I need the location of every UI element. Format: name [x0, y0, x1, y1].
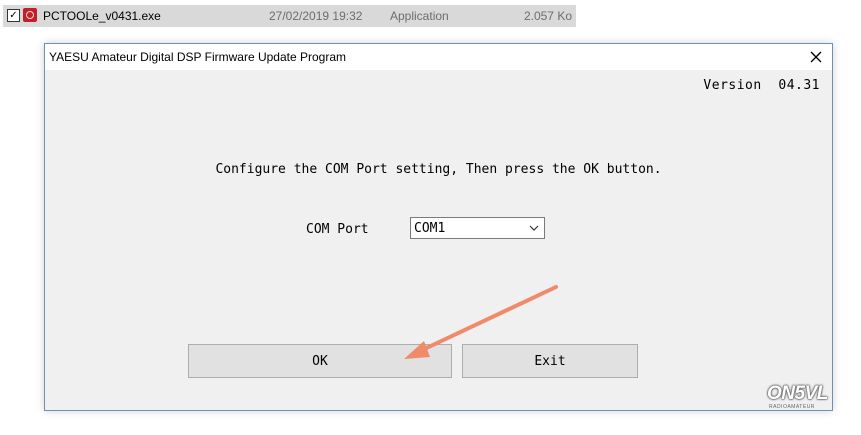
watermark-text: ON5VL: [767, 383, 828, 404]
close-button[interactable]: [800, 44, 832, 70]
com-port-select[interactable]: COM1: [410, 217, 545, 239]
file-type: Application: [390, 9, 449, 23]
dialog-title: YAESU Amateur Digital DSP Firmware Updat…: [49, 50, 346, 64]
close-icon: [810, 51, 822, 63]
exit-button-label: Exit: [534, 353, 566, 369]
file-name: PCTOOLe_v0431.exe: [43, 9, 161, 23]
file-list-row[interactable]: ✓ PCTOOLe_v0431.exe 27/02/2019 19:32 App…: [3, 5, 576, 27]
file-size: 2.057 Ko: [523, 9, 572, 23]
firmware-update-dialog: YAESU Amateur Digital DSP Firmware Updat…: [44, 43, 833, 411]
com-port-value: COM1: [414, 221, 446, 236]
com-port-label: COM Port: [306, 222, 369, 237]
ok-button-label: OK: [312, 353, 328, 369]
watermark-subtitle: RADIOAMATEUR: [769, 404, 815, 410]
app-file-icon: [23, 8, 37, 22]
watermark-logo: ON5VL RADIOAMATEUR: [757, 383, 845, 413]
chevron-down-icon[interactable]: [529, 224, 539, 232]
version-label: Version 04.31: [703, 78, 820, 93]
file-date: 27/02/2019 19:32: [269, 9, 363, 23]
dialog-titlebar[interactable]: YAESU Amateur Digital DSP Firmware Updat…: [45, 44, 832, 70]
instruction-text: Configure the COM Port setting, Then pre…: [215, 162, 662, 177]
exit-button[interactable]: Exit: [462, 344, 638, 378]
file-checkbox[interactable]: ✓: [7, 9, 20, 22]
ok-button[interactable]: OK: [188, 344, 452, 378]
